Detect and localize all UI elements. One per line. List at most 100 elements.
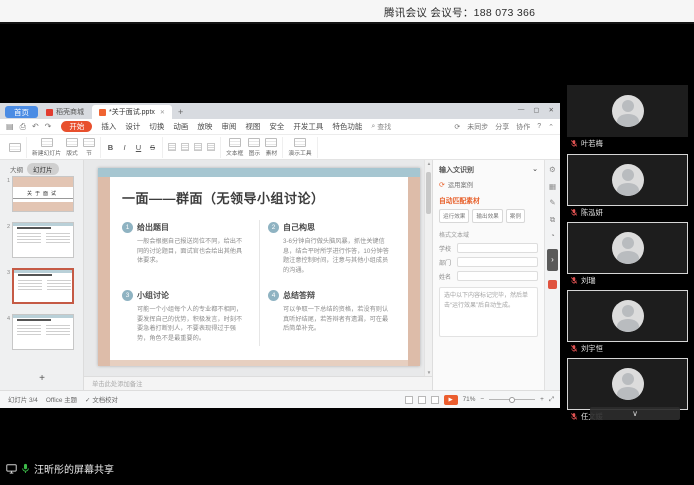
use-case-link[interactable]: ⟳ 运用案例 — [439, 180, 538, 189]
slide-item-4[interactable]: 4 总结答辩 可以争取一下总结的资格，若没有则认真听好结尾，若答辩者有遗漏，可在… — [268, 284, 396, 352]
thumbnail-3-selected[interactable] — [12, 268, 74, 304]
undo-icon[interactable]: ↶ — [32, 122, 39, 131]
task-pane: 输入文识别 ⌄ ⟳ 运用案例 自动匹配素材 运行效果 输出效果 案例 格式文本域… — [432, 160, 544, 390]
zoom-slider-knob[interactable] — [509, 397, 515, 403]
align-right-icon[interactable] — [194, 143, 202, 151]
paste-button[interactable] — [9, 143, 21, 152]
slide-item-1[interactable]: 1 给出题目 一般会根据自己报送岗位不同，给出不同的讨论题目，面试官也会给出其他… — [122, 216, 250, 284]
align-justify-icon[interactable] — [207, 143, 215, 151]
tab-close-icon[interactable]: ✕ — [160, 109, 165, 116]
new-slide-button[interactable]: 新建幻灯片 — [32, 138, 61, 157]
align-left-icon[interactable] — [168, 143, 176, 151]
slide-thumb-3[interactable]: 3 — [4, 268, 74, 304]
section-button[interactable]: 节 — [83, 138, 95, 157]
help-icon[interactable]: ? — [537, 123, 541, 130]
tab-slides[interactable]: 幻灯片 — [27, 163, 59, 175]
slide-thumb-4[interactable]: 4 — [4, 314, 74, 350]
tab-home[interactable]: 首页 — [5, 106, 38, 118]
scrollbar-thumb[interactable] — [426, 172, 431, 214]
tab-docer[interactable]: 稻壳商城 — [38, 105, 92, 119]
slide-item-3[interactable]: 3 小组讨论 可能一个小组每个人的专业都不相同，要发挥自己的优势，积极发言，时刻… — [122, 284, 250, 352]
notes-bar[interactable]: 单击此处添加备注 — [84, 376, 432, 390]
thumbnail-2[interactable] — [12, 222, 74, 258]
share-button[interactable]: 分享 — [495, 122, 509, 132]
material-button[interactable]: 素材 — [265, 138, 277, 157]
thumbnail-1[interactable]: 关于面试 — [12, 176, 74, 212]
menu-tab-design[interactable]: 设计 — [125, 121, 140, 132]
history-icon[interactable]: ◔ — [550, 232, 555, 240]
menu-tab-review[interactable]: 审阅 — [221, 121, 236, 132]
participant-tile[interactable]: 刘瑞 — [567, 222, 688, 287]
output-effect-button[interactable]: 输出效果 — [472, 209, 502, 223]
design-icon[interactable]: ▦ — [549, 183, 556, 191]
item-4-badge: 4 — [268, 290, 279, 301]
insert-group: 文本框 图示 素材 — [221, 137, 283, 158]
slideshow-play-button[interactable]: ▶ — [444, 395, 458, 405]
reading-view-icon[interactable] — [431, 396, 439, 404]
annotate-icon[interactable]: ✎ — [549, 199, 555, 207]
participant-tile[interactable]: 刘宇恒 — [567, 290, 688, 355]
zoom-out-button[interactable]: − — [480, 396, 484, 403]
participant-tile[interactable]: 叶若梅 — [567, 85, 688, 150]
ribbon-collapse-icon[interactable]: ⌃ — [548, 123, 554, 131]
ribbon-search[interactable]: ⌕ 查找 — [371, 122, 391, 132]
menu-tab-view[interactable]: 视图 — [245, 121, 260, 132]
present-tools-button[interactable]: 演示工具 — [288, 138, 311, 157]
normal-view-icon[interactable] — [405, 396, 413, 404]
slide-thumb-1[interactable]: 1 关于面试 — [4, 176, 74, 212]
menu-tab-security[interactable]: 安全 — [269, 121, 284, 132]
strikethrough-button[interactable]: S — [148, 143, 157, 152]
redo-icon[interactable]: ↷ — [45, 122, 52, 131]
field-input-3[interactable] — [457, 271, 538, 281]
menu-tab-transition[interactable]: 切换 — [149, 121, 164, 132]
mic-muted-icon — [570, 208, 578, 217]
sidebar-collapse-button[interactable]: ∨ — [590, 407, 680, 420]
tab-outline[interactable]: 大纲 — [10, 164, 23, 174]
print-icon[interactable]: ⎙ — [20, 122, 26, 132]
sync-icon[interactable]: ⟳ — [454, 123, 460, 131]
field-input-2[interactable] — [457, 257, 538, 267]
slide-thumb-2[interactable]: 2 — [4, 222, 74, 258]
task-pane-collapse-icon[interactable]: ⌄ — [532, 165, 538, 175]
diagram-button[interactable]: 图示 — [248, 138, 260, 157]
layers-icon[interactable]: ⧉ — [550, 216, 555, 224]
field-input-1[interactable] — [457, 243, 538, 253]
collab-button[interactable]: 协作 — [516, 122, 530, 132]
underline-button[interactable]: U — [134, 143, 143, 152]
slide-item-2[interactable]: 2 自己构思 3-6分钟自行做头脑风暴，抓住关键信息，结合平时所学进行作答，10… — [268, 216, 396, 284]
case-button[interactable]: 案例 — [506, 209, 525, 223]
menu-tab-animation[interactable]: 动画 — [173, 121, 188, 132]
current-slide[interactable]: 一面——群面（无领导小组讨论） 1 给出题目 一般会根据自己报送岗位不同，给出不… — [98, 168, 420, 366]
textbox-button[interactable]: 文本框 — [226, 138, 243, 157]
save-icon[interactable]: ▤ — [6, 122, 14, 131]
participant-tile[interactable]: 陈泓妍 — [567, 154, 688, 219]
tab-document[interactable]: *关于面试.pptx ✕ — [92, 105, 172, 119]
slide-title[interactable]: 一面——群面（无领导小组讨论） — [122, 188, 325, 207]
new-tab-button[interactable]: + — [178, 105, 183, 119]
bold-button[interactable]: B — [106, 143, 115, 152]
align-center-icon[interactable] — [181, 143, 189, 151]
canvas-scrollbar[interactable]: ▲ ▼ — [424, 160, 432, 376]
menu-tab-insert[interactable]: 插入 — [101, 121, 116, 132]
slide-canvas[interactable]: 一面——群面（无领导小组讨论） 1 给出题目 一般会根据自己报送岗位不同，给出不… — [84, 160, 424, 376]
fit-screen-icon[interactable]: ⤢ — [549, 396, 554, 404]
zoom-in-button[interactable]: + — [540, 396, 544, 403]
layout-button[interactable]: 版式 — [66, 138, 78, 157]
pane-collapse-button[interactable]: › — [547, 249, 558, 271]
menu-tab-start[interactable]: 开始 — [61, 121, 92, 132]
add-slide-button[interactable]: + — [0, 373, 84, 384]
maximize-button[interactable]: ▢ — [533, 106, 539, 114]
run-effect-button[interactable]: 运行效果 — [439, 209, 469, 223]
menu-tab-slideshow[interactable]: 放映 — [197, 121, 212, 132]
zoom-slider[interactable] — [489, 399, 535, 400]
minimize-button[interactable]: — — [518, 106, 525, 114]
close-button[interactable]: ✕ — [549, 106, 554, 114]
sorter-view-icon[interactable] — [418, 396, 426, 404]
docer-badge-icon[interactable] — [548, 280, 557, 289]
properties-icon[interactable]: ⚙ — [549, 166, 556, 174]
thumbnail-4[interactable] — [12, 314, 74, 350]
proof-label[interactable]: 文档校对 — [92, 395, 118, 404]
menu-tab-features[interactable]: 特色功能 — [332, 121, 362, 132]
menu-tab-devtools[interactable]: 开发工具 — [293, 121, 323, 132]
italic-button[interactable]: I — [120, 143, 129, 152]
